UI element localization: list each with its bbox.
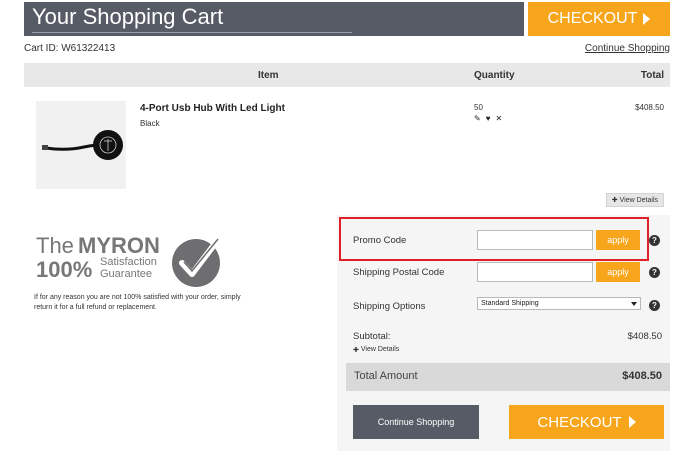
plus-icon: ✚ [611,197,618,204]
order-summary-panel: Promo Code apply ? Shipping Postal Code … [337,215,670,451]
guarantee-description: If for any reason you are not 100% satis… [34,294,241,311]
promo-apply-button[interactable]: apply [596,230,640,250]
item-variant: Black [140,119,160,128]
column-header-total: Total [640,70,664,81]
heart-icon[interactable]: ♥ [486,114,491,123]
promo-help-icon[interactable]: ? [649,235,660,246]
logo-satisfaction-text: Satisfaction [100,256,157,268]
shipping-selected-value: Standard Shipping [481,300,539,307]
promo-code-input[interactable] [477,230,593,250]
postal-help-icon[interactable]: ? [649,267,660,278]
subtotal-value: $408.50 [627,331,662,342]
continue-shopping-link[interactable]: Continue Shopping [585,43,670,54]
promo-code-label: Promo Code [353,235,407,246]
close-icon[interactable]: ✕ [495,114,502,123]
checkout-label: CHECKOUT [537,413,622,431]
checkout-label: CHECKOUT [547,10,638,27]
item-total: $408.50 [635,103,664,112]
caret-right-icon [643,13,651,25]
total-amount-label: Total Amount [354,370,418,382]
usb-hub-icon [42,130,123,160]
cart-item-row: 4-Port Usb Hub With Led Light Black 50 ✎… [24,87,670,215]
guarantee-section: The MYRON 100% Satisfaction Guarantee If… [24,215,336,451]
chevron-down-icon [631,301,637,306]
subtotal-label: Subtotal: [353,331,391,342]
cart-id: Cart ID: W61322413 [24,43,116,54]
title-underline [32,32,352,33]
view-details-label: View Details [360,346,400,353]
subtotal-view-details-link[interactable]: ✚ View Details [353,346,399,354]
postal-apply-button[interactable]: apply [596,262,640,282]
total-amount-value: $408.50 [622,370,662,382]
logo-the-text: The [36,233,74,258]
shipping-options-select[interactable]: Standard Shipping [477,297,641,310]
caret-right-icon [628,416,636,428]
total-amount-bar: Total Amount $408.50 [346,363,670,391]
item-name[interactable]: 4-Port Usb Hub With Led Light [140,103,285,114]
plus-icon: ✚ [353,347,359,354]
column-header-quantity: Quantity [474,70,515,81]
logo-percent-text: 100% [36,257,92,282]
continue-shopping-button[interactable]: Continue Shopping [353,405,479,439]
shipping-help-icon[interactable]: ? [649,300,660,311]
postal-code-label: Shipping Postal Code [353,267,445,278]
checkout-button-bottom[interactable]: CHECKOUT [509,405,664,439]
column-header-item: Item [258,70,279,81]
cart-table-header: Item Quantity Total [24,63,670,87]
page-header: Your Shopping Cart [24,2,524,36]
edit-icon[interactable]: ✎ [474,114,481,123]
product-image[interactable] [36,101,126,189]
item-view-details-button[interactable]: ✚ View Details [605,193,664,207]
item-actions: ✎ ♥ ✕ [474,114,502,123]
myron-guarantee-logo: The MYRON 100% Satisfaction Guarantee [36,233,223,287]
item-quantity: 50 [474,103,483,112]
shipping-options-label: Shipping Options [353,301,426,312]
logo-brand-text: MYRON [78,233,160,258]
page-title: Your Shopping Cart [32,4,224,29]
view-details-label: View Details [619,196,658,204]
postal-code-input[interactable] [477,262,593,282]
checkout-button-top[interactable]: CHECKOUT [528,2,670,36]
logo-guarantee-text: Guarantee [100,268,152,280]
